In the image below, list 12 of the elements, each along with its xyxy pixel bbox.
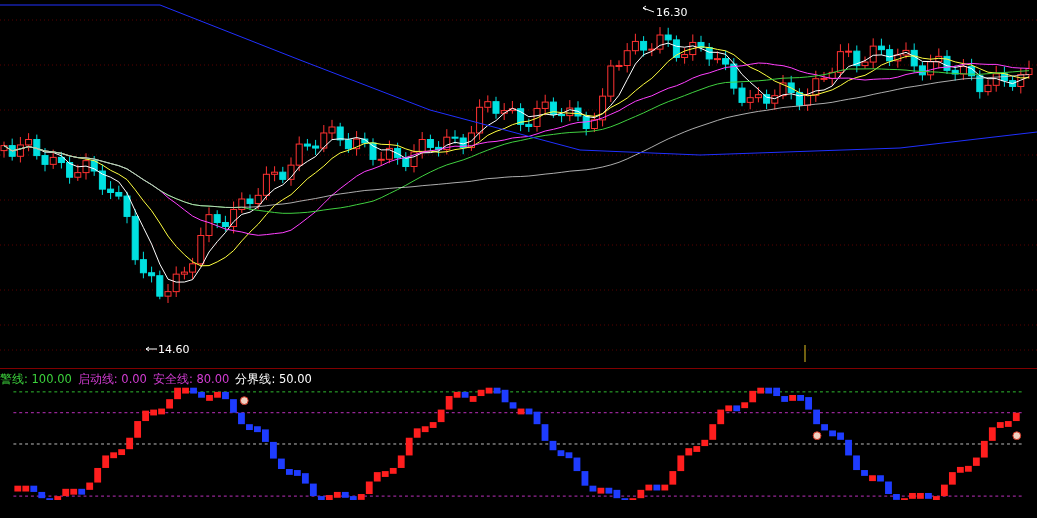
marker-icon [812,431,822,441]
low-price-label: 14.60 [158,343,190,356]
leader-line [145,346,158,352]
high-price-label: 16.30 [656,6,688,19]
marker-icon [1012,431,1022,441]
legend-label: 分界线: 50.00 [235,371,312,387]
legend-label: 启动线: 0.00 [77,371,147,387]
legend-label: 安全线: 80.00 [152,371,230,387]
leader-line [642,5,655,13]
marker-icon [239,396,249,405]
legend-label: 警线: 100.00 [0,371,72,387]
marker-line [804,344,806,362]
